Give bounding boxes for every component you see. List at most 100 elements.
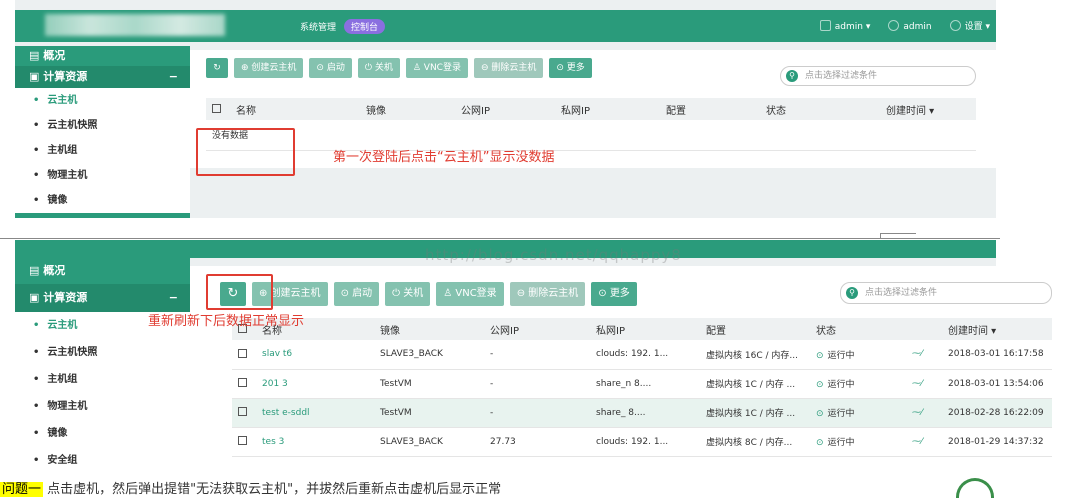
console-badge[interactable]: 控制台 [344, 19, 386, 34]
monitor-icon[interactable]: ⁓⁄ [906, 369, 942, 399]
more-button[interactable]: ⊙ 更多 [591, 282, 637, 306]
sidebar-item-host-group[interactable]: 主机组 [15, 366, 190, 393]
col-public-ip: 公网IP [484, 318, 590, 340]
settings-menu[interactable]: 设置 ▾ [949, 19, 990, 32]
sidebar-compute[interactable]: ▣ 计算资源 − [15, 66, 190, 88]
row-checkbox[interactable] [238, 378, 247, 387]
empty-row: 没有数据 [206, 120, 976, 151]
vm-name-link[interactable]: 201 3 [256, 369, 374, 399]
annotation-box-refresh [206, 274, 273, 310]
col-status: 状态 [810, 318, 906, 340]
app-frame: 系统管理 控制台 admin ▾ admin 设置 ▾ ▤ 概况 ▣ 计算资源 −… [15, 0, 996, 218]
top-bar: 系统管理 控制台 admin ▾ admin 设置 ▾ [15, 10, 996, 42]
table-row[interactable]: tes 3 SLAVE3_BACK 27.73 clouds: 192. 1..… [232, 427, 1052, 457]
vm-panel: ↻ ⊕ 创建云主机 ⊙ 启动 ⏻ 关机 ♙ VNC登录 ⊖ 删除云主机 ⊙ 更多… [190, 266, 1056, 472]
divider [0, 238, 1000, 239]
sidebar-item-vm[interactable]: 云主机 [15, 88, 190, 113]
sidebar-item-image[interactable]: 镜像 [15, 420, 190, 447]
caption: 问题一 点击虚机，然后弹出提错"无法获取云主机"，并拔然后重新点击虚机后显示正常 [0, 478, 501, 497]
create-vm-button[interactable]: ⊕ 创建云主机 [234, 58, 304, 78]
sidebar-item-image[interactable]: 镜像 [15, 188, 190, 213]
annotation-box-empty [196, 128, 295, 176]
user-icon [888, 19, 900, 31]
vm-created: 2018-03-01 16:17:58 [942, 340, 1052, 370]
row-checkbox[interactable] [238, 436, 247, 445]
sidebar-item-physical-host[interactable]: 物理主机 [15, 163, 190, 188]
sidebar: ▤ 概况 ▣ 计算资源− 云主机 云主机快照 主机组 物理主机 镜像 [15, 46, 190, 218]
delete-vm-button[interactable]: ⊖ 删除云主机 [473, 58, 544, 78]
sidebar-item-physical-host[interactable]: 物理主机 [15, 393, 190, 420]
user-menu[interactable]: admin ▾ [819, 19, 870, 32]
sidebar-overview[interactable]: ▤ 概况 [15, 46, 190, 66]
divider [880, 233, 881, 239]
search-input[interactable]: ⚲ 点击选择过滤条件 [780, 66, 976, 86]
table-row[interactable]: test e-sddl TestVM - share_ 8.... 虚拟内核 1… [232, 398, 1052, 428]
col-private-ip: 私网IP [555, 98, 660, 120]
logo-icon [956, 478, 994, 498]
start-button[interactable]: ⊙ 启动 [309, 58, 352, 78]
sidebar-compute[interactable]: ▣ 计算资源 − [15, 284, 190, 312]
vm-name-link[interactable]: slav t6 [256, 340, 374, 370]
vm-public-ip: - [484, 340, 590, 370]
sidebar-overview[interactable]: ▤ 概况 [15, 258, 190, 284]
sidebar-item-host-group[interactable]: 主机组 [15, 138, 190, 163]
col-created[interactable]: 创建时间 ▾ [880, 98, 976, 120]
table-row[interactable]: slav t6 SLAVE3_BACK - clouds: 192. 1... … [232, 340, 1052, 370]
monitor-icon[interactable]: ⁓⁄ [906, 340, 942, 370]
vm-private-ip: share_n 8.... [590, 369, 700, 399]
watermark: http://blog.csdn.net/qqhappy8 [425, 246, 682, 264]
app-frame: http://blog.csdn.net/qqhappy8 ▤ 概况 ▣ 计算资… [15, 240, 1056, 474]
refresh-button[interactable]: ↻ [206, 58, 228, 78]
sidebar-item-vm-snapshot[interactable]: 云主机快照 [15, 339, 190, 366]
vm-created: 2018-02-28 16:22:09 [942, 398, 1052, 428]
vm-name-link[interactable]: test e-sddl [256, 398, 374, 428]
nav-system-management[interactable]: 系统管理 [300, 20, 336, 33]
sidebar-item-security-group[interactable]: 安全组 [15, 447, 190, 474]
start-button[interactable]: ⊙ 启动 [333, 282, 380, 306]
vm-config: 虚拟内核 1C / 内存 ... [700, 369, 810, 399]
user-profile[interactable]: admin [888, 19, 932, 32]
caption-highlight: 问题一 [0, 482, 44, 497]
vm-status: 运行中 [810, 427, 906, 457]
table-row[interactable]: 201 3 TestVM - share_n 8.... 虚拟内核 1C / 内… [232, 369, 1052, 399]
vm-panel: ↻ ⊕ 创建云主机 ⊙ 启动 ⏻ 关机 ♙ VNC登录 ⊖ 删除云主机 ⊙ 更多… [190, 50, 996, 168]
search-input[interactable]: ⚲ 点击选择过滤条件 [840, 282, 1052, 304]
vm-created: 2018-01-29 14:37:32 [942, 427, 1052, 457]
row-checkbox[interactable] [238, 407, 247, 416]
vm-config: 虚拟内核 16C / 内存... [700, 340, 810, 370]
shutdown-button[interactable]: ⏻ 关机 [357, 58, 400, 78]
select-all-checkbox[interactable] [212, 103, 221, 113]
col-created[interactable]: 创建时间 ▾ [942, 318, 1052, 340]
vm-image: TestVM [374, 398, 484, 428]
vm-public-ip: - [484, 398, 590, 428]
logo [45, 14, 225, 36]
vm-public-ip: - [484, 369, 590, 399]
sidebar-item-vm-snapshot[interactable]: 云主机快照 [15, 113, 190, 138]
vm-image: SLAVE3_BACK [374, 427, 484, 457]
col-config: 配置 [700, 318, 810, 340]
shutdown-button[interactable]: ⏻ 关机 [385, 282, 431, 306]
search-icon: ⚲ [786, 70, 798, 82]
vnc-button[interactable]: ♙ VNC登录 [436, 282, 504, 306]
search-icon: ⚲ [846, 287, 858, 299]
vm-table: 名称 镜像 公网IP 私网IP 配置 状态 创建时间 ▾ slav t6 SLA… [232, 318, 1052, 457]
sidebar: ▤ 概况 ▣ 计算资源− 云主机 云主机快照 主机组 物理主机 镜像 安全组 [15, 258, 190, 474]
row-checkbox[interactable] [238, 348, 247, 358]
vm-name-link[interactable]: tes 3 [256, 427, 374, 457]
vm-public-ip: 27.73 [484, 427, 590, 457]
col-public-ip: 公网IP [455, 98, 555, 120]
annotation-first: 第一次登陆后点击“云主机”显示没数据 [333, 150, 555, 165]
col-private-ip: 私网IP [590, 318, 700, 340]
delete-vm-button[interactable]: ⊖ 删除云主机 [509, 282, 586, 306]
col-config: 配置 [660, 98, 760, 120]
more-button[interactable]: ⊙ 更多 [549, 58, 592, 78]
monitor-icon[interactable]: ⁓⁄ [906, 398, 942, 428]
screenshot-after: http://blog.csdn.net/qqhappy8 ▤ 概况 ▣ 计算资… [0, 240, 1091, 474]
annotation-second: 重新刷新下后数据正常显示 [148, 314, 305, 329]
col-name[interactable]: 名称 [230, 98, 360, 120]
gear-icon [949, 20, 961, 31]
monitor-icon[interactable]: ⁓⁄ [906, 427, 942, 457]
vnc-button[interactable]: ♙ VNC登录 [405, 58, 468, 78]
vm-image: TestVM [374, 369, 484, 399]
vm-private-ip: clouds: 192. 1... [590, 340, 700, 370]
